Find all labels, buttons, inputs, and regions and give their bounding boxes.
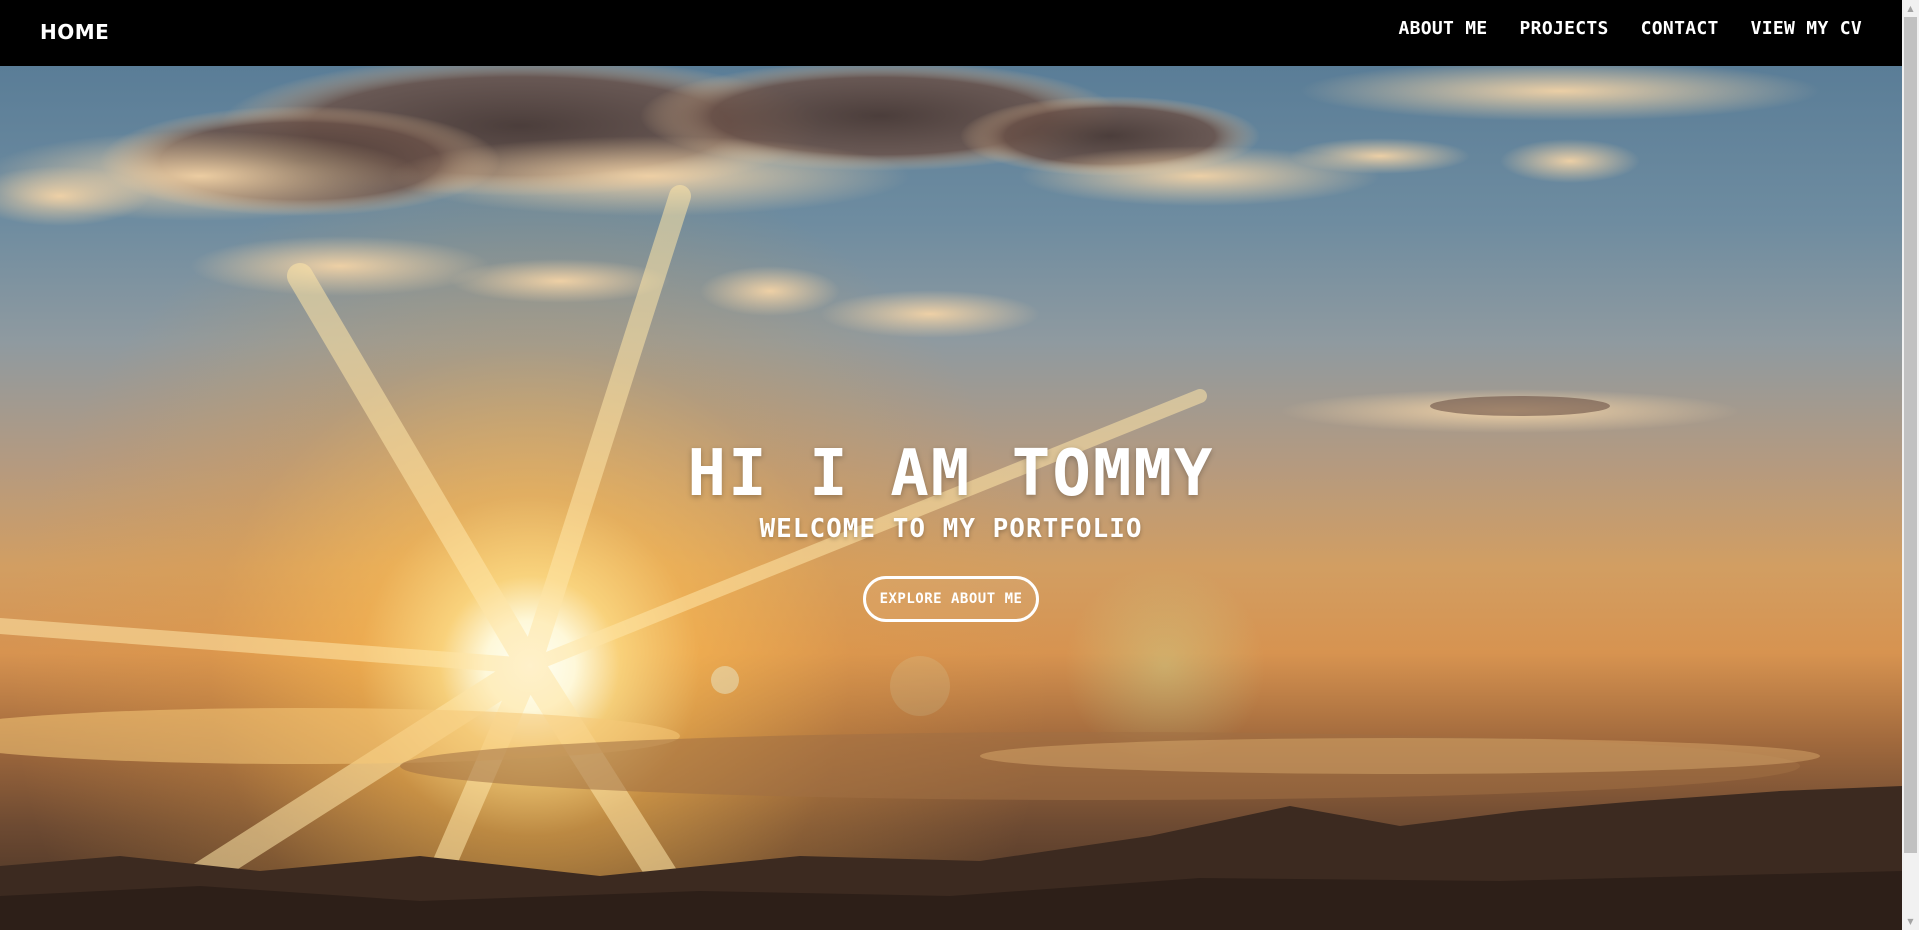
nav-link-about-me[interactable]: ABOUT ME: [1398, 18, 1487, 39]
page: HOME ABOUT ME PROJECTS CONTACT VIEW MY C…: [0, 0, 1919, 930]
hero-section: HI I AM TOMMY WELCOME TO MY PORTFOLIO EX…: [0, 66, 1902, 930]
hero-content: HI I AM TOMMY WELCOME TO MY PORTFOLIO EX…: [0, 436, 1902, 622]
nav-links: ABOUT ME PROJECTS CONTACT VIEW MY CV: [1398, 18, 1862, 39]
hero-title: HI I AM TOMMY: [687, 437, 1215, 511]
nav-home-link[interactable]: HOME: [40, 20, 109, 44]
hero-subtitle: WELCOME TO MY PORTFOLIO: [759, 514, 1143, 544]
scroll-down-arrow-icon[interactable]: ▼: [1902, 913, 1919, 930]
scrollbar-thumb[interactable]: [1904, 17, 1917, 853]
explore-about-me-button[interactable]: EXPLORE ABOUT ME: [862, 576, 1040, 622]
top-navbar: HOME ABOUT ME PROJECTS CONTACT VIEW MY C…: [0, 0, 1902, 66]
vertical-scrollbar[interactable]: ▲ ▼: [1902, 0, 1919, 930]
nav-link-projects[interactable]: PROJECTS: [1520, 18, 1609, 39]
nav-link-contact[interactable]: CONTACT: [1641, 18, 1719, 39]
scroll-up-arrow-icon[interactable]: ▲: [1902, 0, 1919, 17]
nav-link-view-cv[interactable]: VIEW MY CV: [1751, 18, 1862, 39]
